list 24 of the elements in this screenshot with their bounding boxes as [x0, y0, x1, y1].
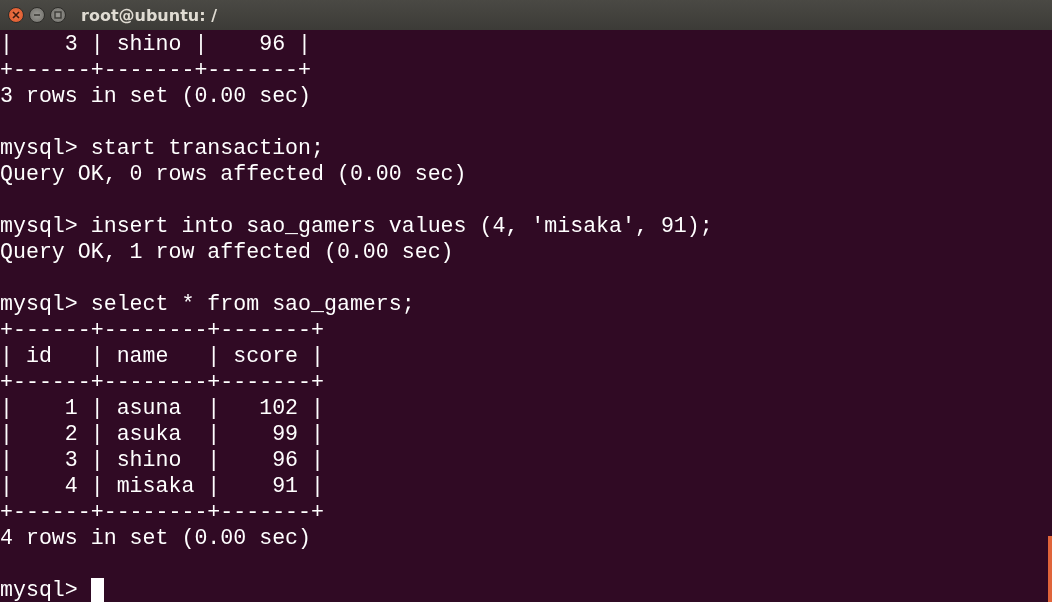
terminal-prompt: mysql>	[0, 577, 78, 602]
terminal-line: | 4 | misaka | 91 |	[0, 473, 324, 499]
terminal-line: +------+-------+-------+	[0, 57, 311, 83]
terminal-line: Query OK, 1 row affected (0.00 sec)	[0, 239, 454, 265]
maximize-icon[interactable]	[50, 7, 66, 23]
terminal-line: mysql> select * from sao_gamers;	[0, 291, 415, 317]
terminal-line: | id | name | score |	[0, 343, 324, 369]
terminal-line: mysql> insert into sao_gamers values (4, 'misaka', 91);	[0, 213, 713, 239]
text-cursor	[90, 578, 104, 602]
terminal-line: mysql> start transaction;	[0, 135, 324, 161]
terminal-line: | 3 | shino | 96 |	[0, 31, 311, 57]
terminal-line: | 1 | asuna | 102 |	[0, 395, 324, 421]
scrollbar-thumb[interactable]	[1048, 536, 1052, 602]
terminal-line: +------+--------+-------+	[0, 317, 324, 343]
terminal-line: 3 rows in set (0.00 sec)	[0, 83, 311, 109]
terminal-line: +------+--------+-------+	[0, 499, 324, 525]
close-icon[interactable]	[8, 7, 24, 23]
terminal-line: 4 rows in set (0.00 sec)	[0, 525, 311, 551]
terminal-line: Query OK, 0 rows affected (0.00 sec)	[0, 161, 467, 187]
minimize-icon[interactable]	[29, 7, 45, 23]
terminal-line: +------+--------+-------+	[0, 369, 324, 395]
window-title: root@ubuntu: /	[81, 5, 217, 25]
terminal-line: | 3 | shino | 96 |	[0, 447, 324, 473]
terminal-line: | 2 | asuka | 99 |	[0, 421, 324, 447]
